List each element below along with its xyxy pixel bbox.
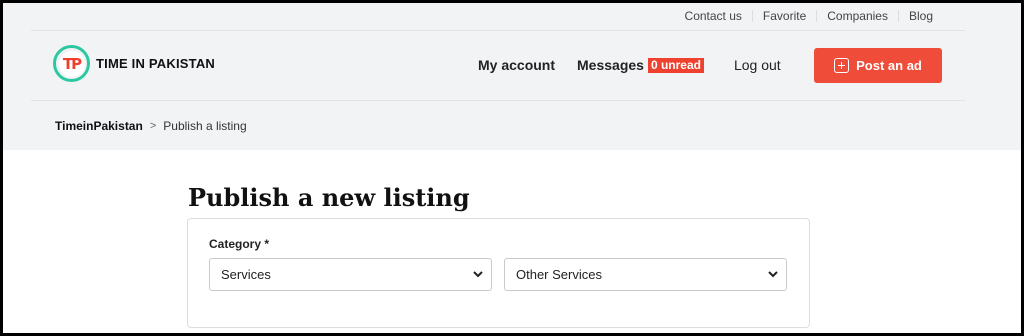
page-title: Publish a new listing (188, 183, 470, 212)
breadcrumb: TimeinPakistan > Publish a listing (55, 119, 247, 133)
category-select[interactable]: Services (209, 258, 492, 291)
logo-icon: TP (53, 45, 90, 82)
post-ad-button[interactable]: Post an ad (814, 48, 942, 83)
subcategory-select[interactable]: Other Services (504, 258, 787, 291)
category-value: Services (221, 267, 271, 282)
category-card: Category * Services Other Services (187, 218, 810, 328)
site-logo[interactable]: TP TIME IN PAKISTAN (53, 45, 215, 82)
divider (31, 100, 965, 101)
category-label: Category * (209, 237, 270, 251)
plus-square-icon (834, 58, 850, 73)
chevron-down-icon (473, 271, 483, 278)
divider (31, 30, 965, 31)
main-nav: My account Messages 0 unread Log out (478, 47, 781, 83)
messages-label: Messages (577, 57, 644, 73)
messages-link[interactable]: Messages 0 unread (577, 57, 704, 73)
breadcrumb-current: Publish a listing (163, 119, 247, 133)
breadcrumb-separator: > (149, 120, 157, 132)
blog-link[interactable]: Blog (897, 10, 943, 22)
favorite-link[interactable]: Favorite (751, 10, 816, 22)
my-account-link[interactable]: My account (478, 57, 555, 73)
top-links: Contact us Favorite Companies Blog (675, 6, 943, 26)
chevron-down-icon (768, 271, 778, 278)
unread-badge: 0 unread (647, 57, 704, 73)
site-name: TIME IN PAKISTAN (96, 56, 215, 71)
post-ad-label: Post an ad (856, 58, 922, 73)
contact-us-link[interactable]: Contact us (675, 10, 752, 22)
subcategory-value: Other Services (516, 267, 602, 282)
companies-link[interactable]: Companies (816, 10, 898, 22)
logout-link[interactable]: Log out (734, 57, 781, 73)
browser-viewport: Contact us Favorite Companies Blog TP TI… (3, 3, 1021, 333)
breadcrumb-home-link[interactable]: TimeinPakistan (55, 119, 143, 133)
